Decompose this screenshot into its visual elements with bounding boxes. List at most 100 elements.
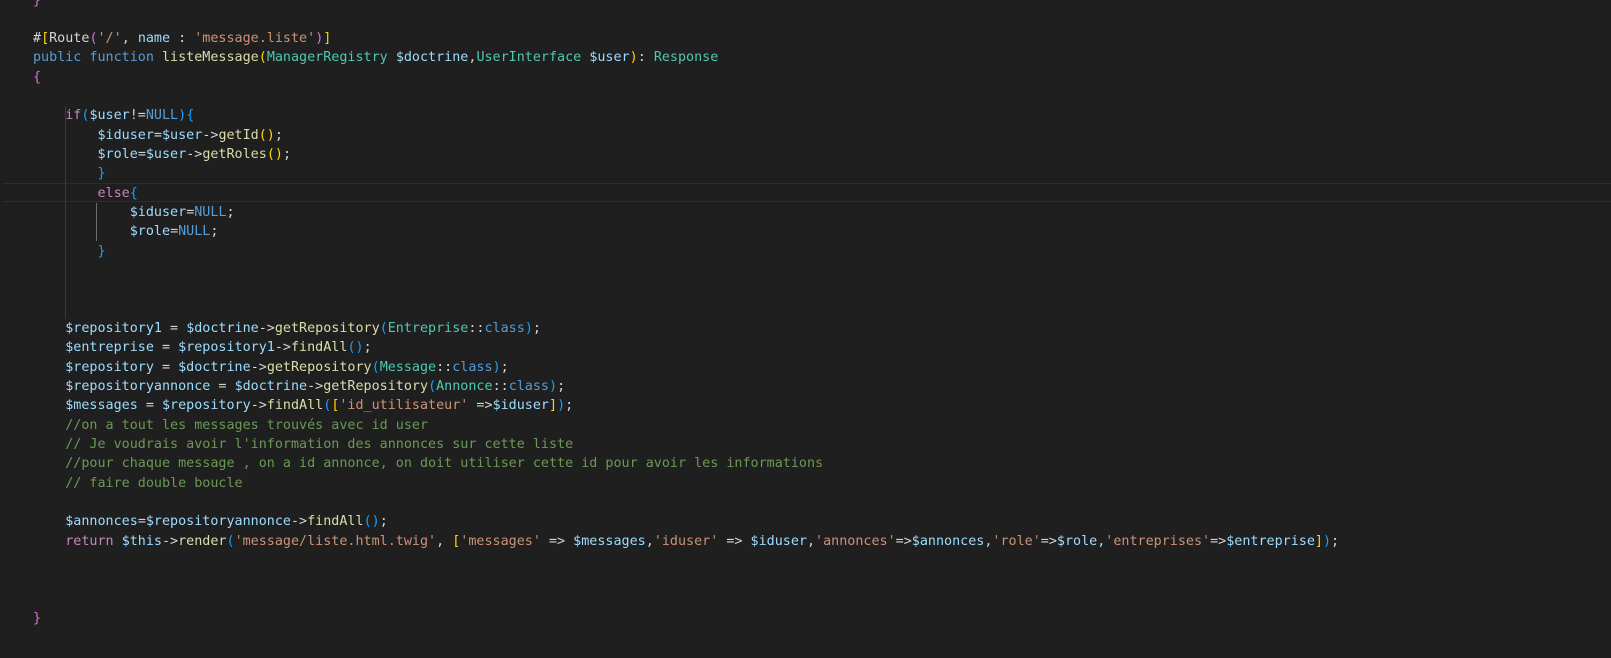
code-token: (: [371, 359, 380, 375]
code-token: ;: [363, 340, 372, 356]
code-token: getRoles: [202, 147, 267, 163]
code-line[interactable]: $repositoryannonce = $doctrine->getRepos…: [33, 377, 565, 397]
code-line[interactable]: $messages = $repository->findAll(['id_ut…: [33, 396, 573, 416]
code-token: =>: [1040, 533, 1057, 549]
code-token: $messages: [65, 398, 138, 414]
code-token: =>: [468, 398, 493, 414]
code-token: getRepository: [266, 359, 372, 375]
code-token: if: [65, 108, 82, 124]
code-token: 'id_utilisateur': [339, 398, 469, 414]
code-token: $repositoryannonce: [65, 379, 211, 395]
code-line[interactable]: }: [33, 609, 41, 629]
code-line[interactable]: else{: [33, 184, 138, 204]
code-line[interactable]: }: [33, 0, 41, 10]
code-token: ): [557, 398, 566, 414]
code-token: 'entreprises': [1105, 533, 1211, 549]
code-token: 'message.liste': [194, 31, 316, 47]
code-line[interactable]: }: [33, 164, 106, 184]
code-token: =>: [1210, 533, 1227, 549]
code-token: (: [428, 379, 437, 395]
code-token: function: [89, 50, 154, 66]
code-line[interactable]: $iduser=$user->getId();: [33, 126, 283, 146]
code-token: ->: [250, 359, 267, 375]
code-token: (): [347, 340, 364, 356]
code-token: $repositoryannonce: [145, 514, 291, 530]
code-token: $user: [145, 147, 187, 163]
code-token: $role: [129, 224, 171, 240]
code-token: Entreprise: [387, 321, 469, 337]
code-line[interactable]: $role=$user->getRoles();: [33, 145, 292, 165]
code-token: [: [41, 31, 50, 47]
code-line[interactable]: $repository1 = $doctrine->getRepository(…: [33, 319, 541, 339]
code-token: =: [210, 379, 235, 395]
code-line[interactable]: $iduser=NULL;: [33, 203, 235, 223]
code-line[interactable]: if($user!=NULL){: [33, 106, 194, 126]
code-line[interactable]: {: [33, 68, 41, 88]
code-token: $role: [1056, 533, 1098, 549]
code-line[interactable]: //on a tout les messages trouvés avec id…: [33, 416, 428, 436]
code-line[interactable]: $annonces=$repositoryannonce->findAll();: [33, 512, 388, 532]
code-token: render: [178, 533, 227, 549]
code-token: $iduser: [97, 127, 154, 143]
code-token: $messages: [573, 533, 646, 549]
code-token: //pour chaque message , on a id annonce,…: [65, 456, 824, 472]
code-token: #: [33, 31, 42, 47]
code-token: (: [258, 50, 267, 66]
code-token: //on a tout les messages trouvés avec id…: [65, 417, 429, 433]
code-line[interactable]: }: [33, 242, 106, 262]
code-token: (: [89, 31, 98, 47]
code-editor[interactable]: } #[Route('/', name : 'message.liste')] pu…: [0, 0, 1611, 658]
current-line-highlight: [3, 183, 1611, 203]
code-token: {: [186, 108, 195, 124]
code-token: $repository: [162, 398, 251, 414]
code-line[interactable]: public function listeMessage(ManagerRegi…: [33, 48, 718, 68]
code-token: $this: [121, 533, 162, 549]
code-line[interactable]: #[Route('/', name : 'message.liste')]: [33, 29, 331, 49]
code-token: Route: [49, 31, 90, 47]
code-line[interactable]: $entreprise = $repository1->findAll();: [33, 338, 372, 358]
code-token: 'messages': [460, 533, 541, 549]
code-token: $iduser: [750, 533, 807, 549]
code-token: ): [549, 379, 558, 395]
code-token: (: [226, 533, 235, 549]
code-token: ->: [291, 514, 308, 530]
code-line[interactable]: // Je voudrais avoir l'information des a…: [33, 435, 573, 455]
code-line[interactable]: $repository = $doctrine->getRepository(M…: [33, 358, 509, 378]
code-token: ): [178, 108, 187, 124]
code-line[interactable]: return $this->render('message/liste.html…: [33, 532, 1339, 552]
code-token: 'message/liste.html.twig': [234, 533, 437, 549]
code-token: class: [508, 379, 549, 395]
code-token: ;: [557, 379, 566, 395]
code-line[interactable]: //pour chaque message , on a id annonce,…: [33, 454, 823, 474]
code-token: ->: [258, 321, 275, 337]
code-token: ->: [186, 147, 203, 163]
code-token: }: [33, 0, 42, 8]
code-token: $doctrine: [186, 321, 259, 337]
code-token: =: [153, 127, 162, 143]
code-token: $repository: [65, 359, 154, 375]
code-token: ->: [202, 127, 219, 143]
code-token: ,: [806, 533, 816, 549]
code-token: ::: [492, 379, 509, 395]
code-token: NULL: [178, 224, 211, 240]
code-token: ::: [468, 321, 485, 337]
code-token: ;: [226, 205, 235, 221]
code-token: name: [137, 31, 171, 47]
code-token: getRepository: [323, 379, 429, 395]
code-token: {: [33, 69, 42, 85]
code-line[interactable]: // faire double boucle: [33, 474, 242, 494]
code-token: ;: [500, 359, 509, 375]
code-token: =: [153, 359, 179, 375]
code-token: 'annonces': [815, 533, 896, 549]
code-token: =: [162, 321, 187, 337]
code-line[interactable]: $role=NULL;: [33, 222, 219, 242]
